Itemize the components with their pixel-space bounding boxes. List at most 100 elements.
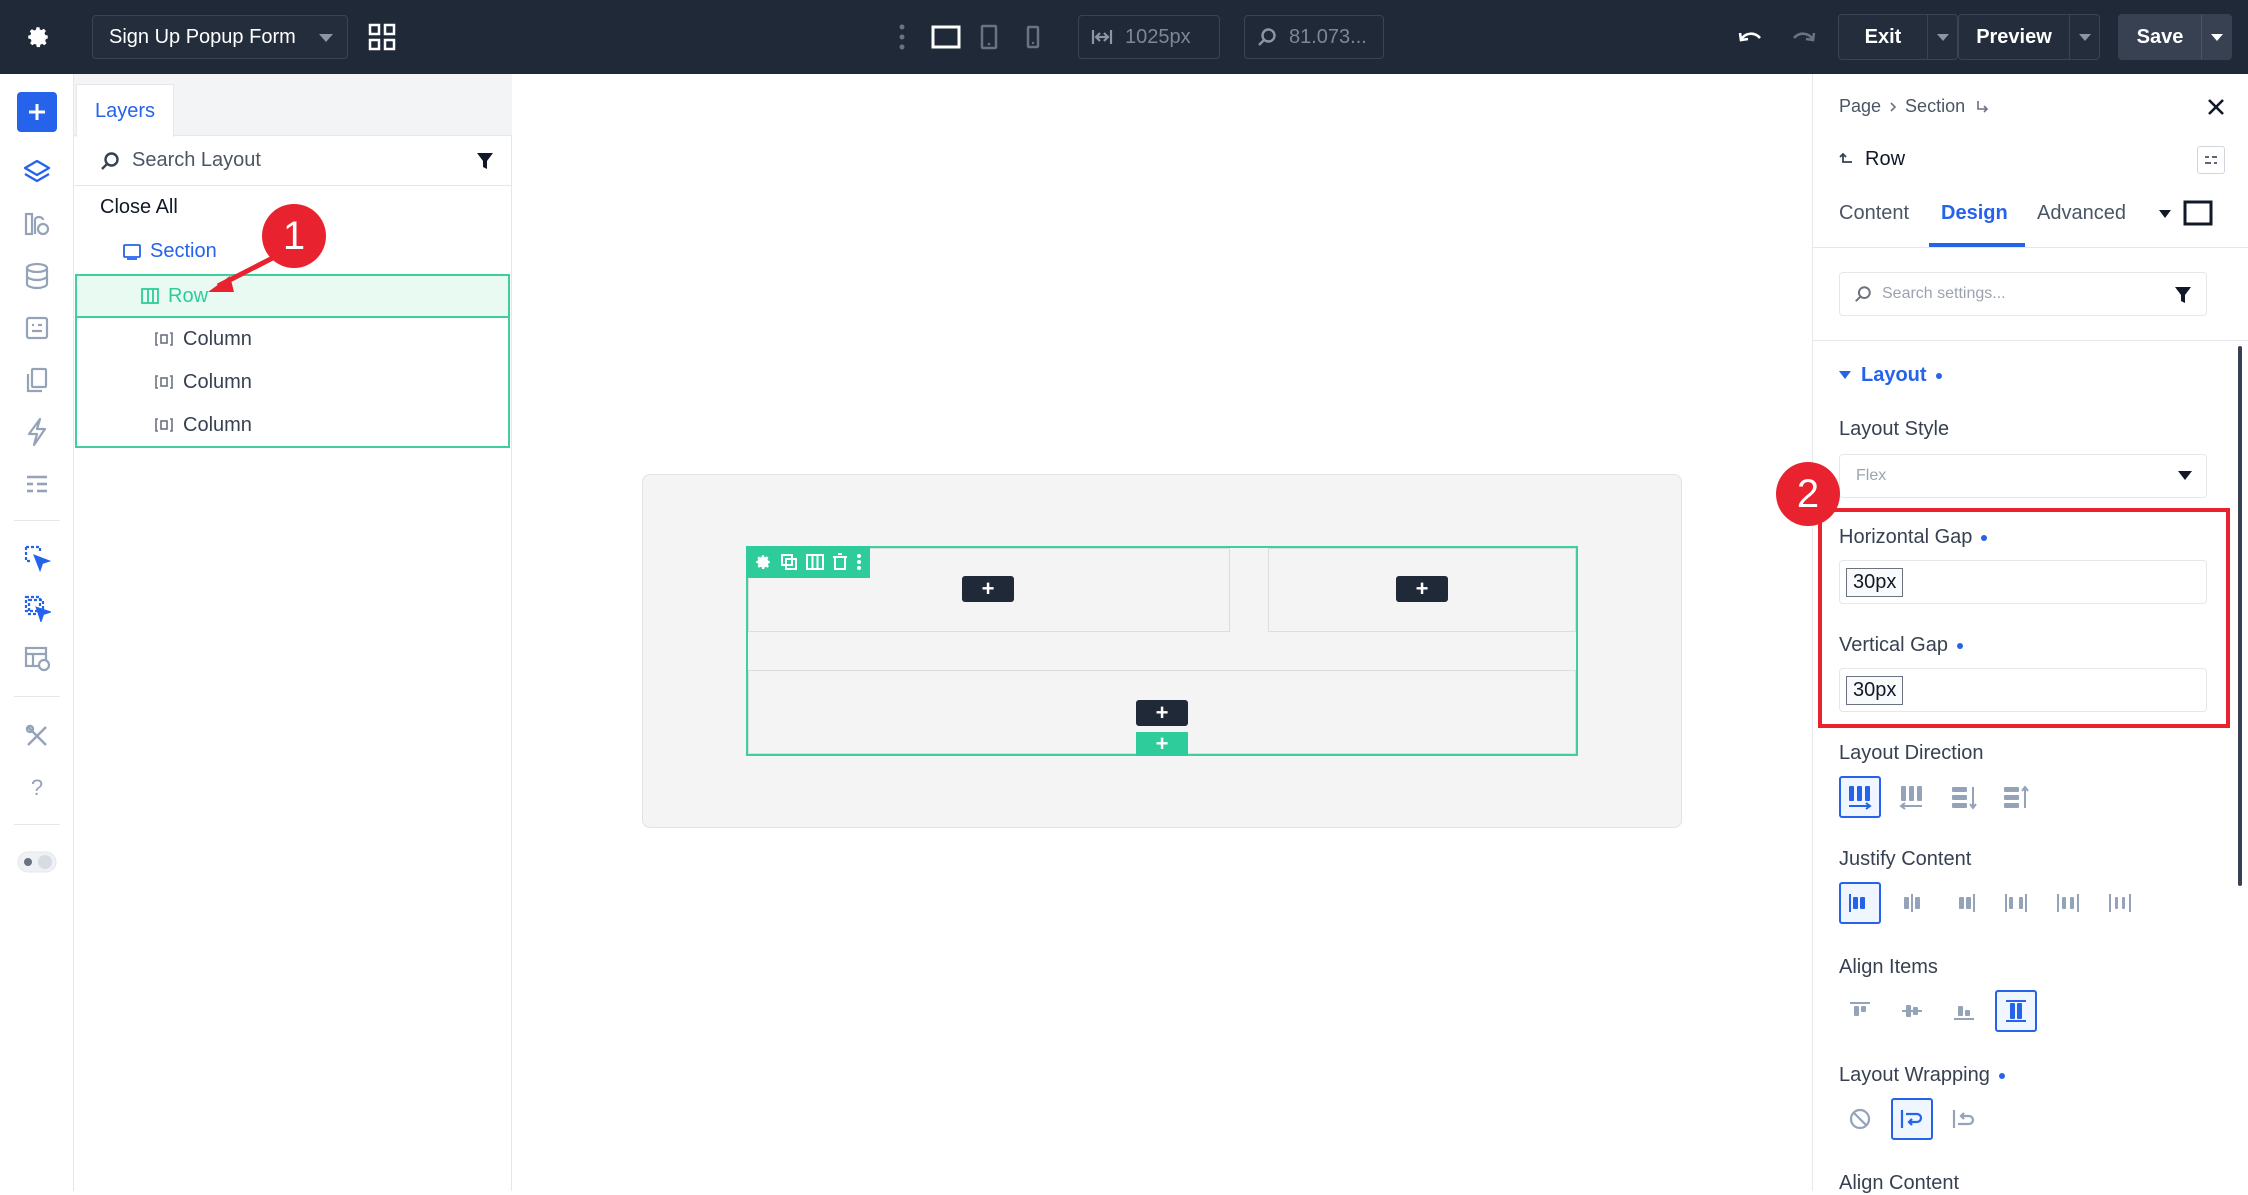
preview-button[interactable]: Preview — [1958, 14, 2100, 60]
device-preview-icon[interactable] — [2183, 200, 2213, 226]
width-arrows-icon — [1091, 28, 1113, 46]
canvas-width-field[interactable]: 1025px — [1078, 15, 1220, 59]
direction-row-reverse-icon[interactable] — [1891, 776, 1933, 818]
theme-toggle-icon[interactable] — [17, 842, 57, 882]
add-module-button[interactable]: + — [1136, 700, 1188, 726]
direction-column-reverse-icon[interactable] — [1995, 776, 2037, 818]
filter-icon[interactable] — [2174, 285, 2192, 305]
layout-preview-icon[interactable] — [17, 638, 57, 678]
trash-icon[interactable] — [832, 553, 848, 571]
more-vertical-icon[interactable] — [856, 553, 862, 571]
lightning-icon[interactable] — [17, 412, 57, 452]
layout-wrapping-label-text: Layout Wrapping — [1839, 1064, 1990, 1086]
align-content-label: Align Content — [1839, 1172, 1960, 1194]
exit-dropdown-toggle[interactable] — [1927, 15, 1957, 59]
layer-column-label: Column — [183, 327, 252, 350]
tab-layers-label: Layers — [94, 99, 156, 122]
annotation-badge-2: 2 — [1776, 462, 1840, 526]
layer-column-label: Column — [183, 370, 252, 393]
column-icon — [154, 417, 174, 433]
justify-end-icon[interactable] — [1943, 882, 1985, 924]
layers-icon[interactable] — [17, 152, 57, 192]
columns-icon[interactable] — [806, 553, 824, 571]
breadcrumb-page[interactable]: Page — [1839, 96, 1881, 117]
preview-dropdown-toggle[interactable] — [2069, 15, 2099, 59]
layers-search-placeholder: Search Layout — [132, 149, 261, 171]
close-icon[interactable] — [2205, 96, 2229, 120]
direction-row-icon[interactable] — [1839, 776, 1881, 818]
gear-icon[interactable] — [18, 17, 58, 57]
search-icon — [100, 151, 120, 171]
tab-layers[interactable]: Layers — [76, 84, 174, 137]
desktop-view-icon[interactable] — [926, 20, 966, 54]
undo-icon[interactable] — [1734, 20, 1768, 54]
gear-icon[interactable] — [754, 553, 772, 571]
tab-content[interactable]: Content — [1839, 202, 1909, 225]
justify-space-between-icon[interactable] — [1995, 882, 2037, 924]
direction-column-icon[interactable] — [1943, 776, 1985, 818]
select-element-icon[interactable] — [17, 538, 57, 578]
layout-style-value: Flex — [1856, 467, 1887, 484]
no-wrap-icon[interactable] — [1839, 1098, 1881, 1140]
active-tab-indicator — [1929, 243, 2025, 247]
phone-view-icon[interactable] — [1018, 20, 1048, 54]
redo-icon[interactable] — [1786, 20, 1820, 54]
tablet-view-icon[interactable] — [974, 20, 1004, 54]
layer-column[interactable]: Column — [154, 319, 252, 359]
align-start-icon[interactable] — [1839, 990, 1881, 1032]
justify-center-icon[interactable] — [1891, 882, 1933, 924]
tabs-dropdown-icon[interactable] — [2159, 210, 2171, 220]
tools-icon[interactable] — [17, 716, 57, 756]
justify-space-around-icon[interactable] — [2047, 882, 2089, 924]
layout-group-header[interactable]: Layout — [1839, 364, 1942, 387]
sidebar-divider — [14, 824, 60, 825]
justify-space-evenly-icon[interactable] — [2099, 882, 2141, 924]
align-center-icon[interactable] — [1891, 990, 1933, 1032]
chevron-down-icon — [2178, 471, 2192, 481]
tab-advanced[interactable]: Advanced — [2037, 202, 2126, 225]
align-stretch-icon[interactable] — [1995, 990, 2037, 1032]
save-button[interactable]: Save — [2118, 14, 2232, 60]
filter-icon[interactable] — [476, 151, 494, 171]
database-icon[interactable] — [17, 256, 57, 296]
more-vertical-icon[interactable] — [892, 20, 912, 54]
layer-column[interactable]: Column — [154, 362, 252, 402]
layers-search[interactable]: Search Layout — [74, 136, 512, 186]
library-icon[interactable] — [17, 204, 57, 244]
back-arrow-icon[interactable] — [1839, 152, 1853, 167]
grid-icon[interactable] — [362, 17, 402, 57]
close-all-button[interactable]: Close All — [100, 187, 178, 227]
justify-start-icon[interactable] — [1839, 882, 1881, 924]
wrap-reverse-icon[interactable] — [1943, 1098, 1985, 1140]
chevron-down-icon — [319, 34, 333, 42]
page-title-dropdown[interactable]: Sign Up Popup Form — [92, 15, 348, 59]
settings-search[interactable]: Search settings... — [1839, 272, 2207, 316]
duplicate-icon[interactable] — [780, 553, 798, 571]
add-module-button[interactable]: + — [962, 576, 1014, 602]
tab-design[interactable]: Design — [1941, 202, 2008, 225]
layout-style-select[interactable]: Flex — [1839, 454, 2207, 498]
page-title: Sign Up Popup Form — [109, 25, 296, 48]
add-icon[interactable] — [17, 92, 57, 132]
align-end-icon[interactable] — [1943, 990, 1985, 1032]
layer-row[interactable]: Row — [140, 276, 208, 316]
pages-icon[interactable] — [17, 360, 57, 400]
add-module-button[interactable]: + — [1396, 576, 1448, 602]
zoom-field[interactable]: 81.073... — [1244, 15, 1384, 59]
section-icon — [122, 242, 142, 260]
form-icon[interactable] — [17, 308, 57, 348]
multi-select-icon[interactable] — [17, 588, 57, 628]
justify-content-label: Justify Content — [1839, 848, 1972, 870]
layout-direction-label: Layout Direction — [1839, 742, 1984, 764]
layer-column[interactable]: Column — [154, 405, 252, 445]
wrap-icon[interactable] — [1891, 1098, 1933, 1140]
breadcrumb-section[interactable]: Section — [1905, 96, 1965, 117]
save-dropdown-toggle[interactable] — [2201, 15, 2231, 59]
add-row-button[interactable]: + — [1136, 732, 1188, 756]
panel-scrollbar[interactable] — [2238, 346, 2242, 886]
zoom-value: 81.073... — [1289, 25, 1367, 48]
help-icon[interactable]: ? — [17, 768, 57, 808]
panel-menu-icon[interactable] — [2197, 146, 2225, 174]
list-icon[interactable] — [17, 464, 57, 504]
exit-button[interactable]: Exit — [1838, 14, 1958, 60]
